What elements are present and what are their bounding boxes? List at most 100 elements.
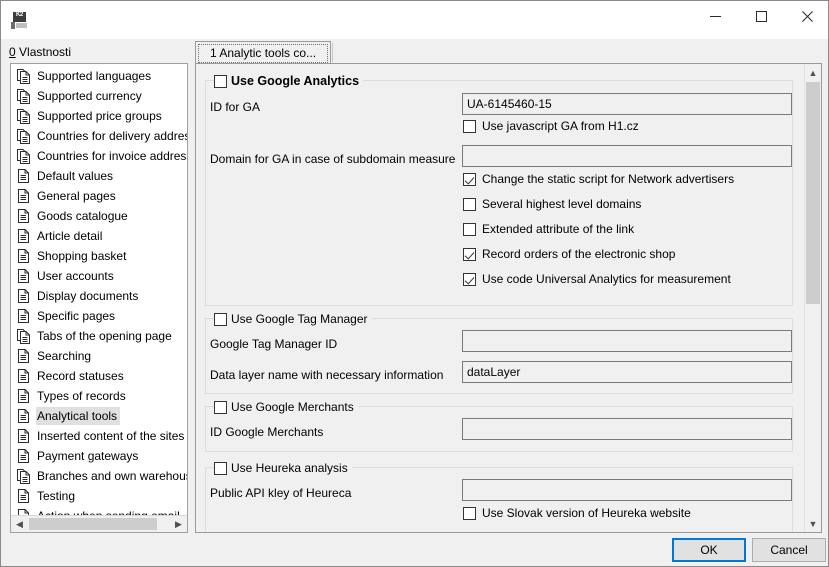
sidebar-item[interactable]: Goods catalogue bbox=[11, 206, 187, 226]
k2-app-icon: K2 bbox=[11, 11, 30, 30]
heureka-slovak-checkbox[interactable] bbox=[463, 507, 476, 520]
ga-option-row-1[interactable]: Several highest level domains bbox=[463, 197, 641, 211]
data-layer-input[interactable] bbox=[462, 361, 792, 383]
sidebar-item-label: Supported currency bbox=[36, 87, 145, 105]
use-google-analytics-label: Use Google Analytics bbox=[231, 74, 359, 88]
dialog-body: 0 Vlastnosti Supported languagesSupporte… bbox=[1, 39, 829, 567]
ga-option-row-3[interactable]: Record orders of the electronic shop bbox=[463, 247, 675, 261]
page-icon bbox=[17, 429, 31, 444]
several-highest-level-domains-label: Several highest level domains bbox=[482, 197, 641, 211]
sidebar-item[interactable]: Supported price groups bbox=[11, 106, 187, 126]
sidebar-item[interactable]: Testing bbox=[11, 486, 187, 506]
page-icon bbox=[17, 289, 31, 304]
scroll-right-icon[interactable]: ▶ bbox=[170, 516, 187, 532]
sidebar-item-label: Tabs of the opening page bbox=[36, 327, 175, 345]
sidebar-item-label: Inserted content of the sites bbox=[36, 427, 187, 445]
sidebar-item-label: Countries for delivery addresses bbox=[36, 127, 188, 145]
sidebar-item-label: Specific pages bbox=[36, 307, 118, 325]
scroll-left-icon[interactable]: ◀ bbox=[11, 516, 28, 532]
sidebar-item[interactable]: Searching bbox=[11, 346, 187, 366]
cancel-button[interactable]: Cancel bbox=[752, 538, 826, 562]
extended-attribute-link-checkbox[interactable] bbox=[463, 223, 476, 236]
title-bar: K2 bbox=[1, 1, 829, 39]
sidebar-item[interactable]: Analytical tools bbox=[11, 406, 187, 426]
use-javascript-ga-h1-checkbox[interactable] bbox=[463, 120, 476, 133]
sidebar-item[interactable]: User accounts bbox=[11, 266, 187, 286]
page-icon bbox=[17, 249, 31, 264]
sidebar-item[interactable]: Tabs of the opening page bbox=[11, 326, 187, 346]
use-google-tag-manager-label: Use Google Tag Manager bbox=[231, 312, 368, 326]
heureka-api-key-input[interactable] bbox=[462, 479, 792, 501]
use-google-analytics-checkbox[interactable] bbox=[214, 75, 227, 88]
sidebar-item[interactable]: Supported languages bbox=[11, 66, 187, 86]
data-layer-label: Data layer name with necessary informati… bbox=[210, 368, 443, 382]
page-icon bbox=[17, 489, 31, 504]
record-orders-checkbox[interactable] bbox=[463, 248, 476, 261]
properties-tree[interactable]: Supported languages Supported currencySup… bbox=[10, 63, 188, 533]
close-button[interactable] bbox=[784, 1, 829, 31]
change-static-script-label: Change the static script for Network adv… bbox=[482, 172, 734, 186]
sidebar-item-label: Article detail bbox=[36, 227, 105, 245]
ga-option-row-4[interactable]: Use code Universal Analytics for measure… bbox=[463, 272, 731, 286]
heureka-slovak-row[interactable]: Use Slovak version of Heureka website bbox=[463, 506, 691, 520]
settings-panel: 1 Analytic tools co... Use Google Analyt… bbox=[193, 39, 822, 535]
settings-pane: Use Google Analytics ID for GA Use javas… bbox=[195, 63, 822, 533]
sidebar-item[interactable]: Specific pages bbox=[11, 306, 187, 326]
sidebar-item[interactable]: Payment gateways bbox=[11, 446, 187, 466]
minimize-button[interactable] bbox=[692, 1, 738, 31]
settings-pane-content: Use Google Analytics ID for GA Use javas… bbox=[196, 64, 804, 532]
group-google-analytics-header[interactable]: Use Google Analytics bbox=[214, 72, 363, 90]
sidebar-item-label: Shopping basket bbox=[36, 247, 129, 265]
multi-page-icon bbox=[17, 109, 31, 124]
id-for-ga-input[interactable] bbox=[462, 93, 792, 115]
sidebar-item-label: Supported languages bbox=[36, 67, 154, 85]
domain-for-ga-input[interactable] bbox=[462, 145, 792, 167]
use-google-merchants-label: Use Google Merchants bbox=[231, 400, 354, 414]
scroll-up-icon[interactable]: ▲ bbox=[805, 64, 821, 81]
sidebar-item[interactable]: Shopping basket bbox=[11, 246, 187, 266]
group-heureka-header[interactable]: Use Heureka analysis bbox=[214, 459, 352, 477]
merchants-id-input[interactable] bbox=[462, 418, 792, 440]
sidebar-item[interactable]: Article detail bbox=[11, 226, 187, 246]
sidebar-item[interactable]: Types of records bbox=[11, 386, 187, 406]
scroll-down-icon[interactable]: ▼ bbox=[805, 515, 821, 532]
sidebar-item[interactable]: Inserted content of the sites bbox=[11, 426, 187, 446]
universal-analytics-label: Use code Universal Analytics for measure… bbox=[482, 272, 731, 286]
use-google-tag-manager-checkbox[interactable] bbox=[214, 313, 227, 326]
ok-button[interactable]: OK bbox=[672, 538, 746, 562]
change-static-script-checkbox[interactable] bbox=[463, 173, 476, 186]
page-icon bbox=[17, 409, 31, 424]
several-highest-level-domains-checkbox[interactable] bbox=[463, 198, 476, 211]
extended-attribute-link-label: Extended attribute of the link bbox=[482, 222, 634, 236]
universal-analytics-checkbox[interactable] bbox=[463, 273, 476, 286]
sidebar-item-label: Display documents bbox=[36, 287, 141, 305]
gtm-id-input[interactable] bbox=[462, 330, 792, 352]
settings-vertical-scrollbar[interactable]: ▲ ▼ bbox=[804, 64, 821, 532]
sidebar-item[interactable]: Branches and own warehouses bbox=[11, 466, 187, 486]
sidebar-item[interactable]: Record statuses bbox=[11, 366, 187, 386]
sidebar-item[interactable]: Countries for invoice addresses bbox=[11, 146, 187, 166]
sidebar-item[interactable]: Countries for delivery addresses bbox=[11, 126, 187, 146]
page-icon bbox=[17, 189, 31, 204]
use-google-merchants-checkbox[interactable] bbox=[214, 401, 227, 414]
tab-analytic-tools[interactable]: 1 Analytic tools co... bbox=[195, 41, 331, 63]
ga-option-row-2[interactable]: Extended attribute of the link bbox=[463, 222, 634, 236]
use-javascript-ga-h1-row[interactable]: Use javascript GA from H1.cz bbox=[463, 119, 639, 133]
tree-horizontal-scrollbar[interactable]: ◀ ▶ bbox=[11, 515, 187, 532]
sidebar-item-label: Branches and own warehouses bbox=[36, 467, 188, 485]
sidebar-item[interactable]: General pages bbox=[11, 186, 187, 206]
sidebar-item[interactable]: Supported currency bbox=[11, 86, 187, 106]
group-google-merchants-header[interactable]: Use Google Merchants bbox=[214, 398, 358, 416]
ga-option-row-0[interactable]: Change the static script for Network adv… bbox=[463, 172, 734, 186]
page-icon bbox=[17, 229, 31, 244]
use-heureka-analysis-checkbox[interactable] bbox=[214, 462, 227, 475]
sidebar-item-label: Analytical tools bbox=[36, 407, 120, 425]
sidebar-item[interactable]: Default values bbox=[11, 166, 187, 186]
group-google-tag-manager-header[interactable]: Use Google Tag Manager bbox=[214, 310, 372, 328]
page-icon bbox=[17, 269, 31, 284]
maximize-button[interactable] bbox=[738, 1, 784, 31]
settings-vscroll-thumb[interactable] bbox=[806, 82, 820, 304]
tree-hscroll-thumb[interactable] bbox=[29, 518, 157, 530]
maximize-icon bbox=[756, 11, 767, 22]
sidebar-item[interactable]: Display documents bbox=[11, 286, 187, 306]
